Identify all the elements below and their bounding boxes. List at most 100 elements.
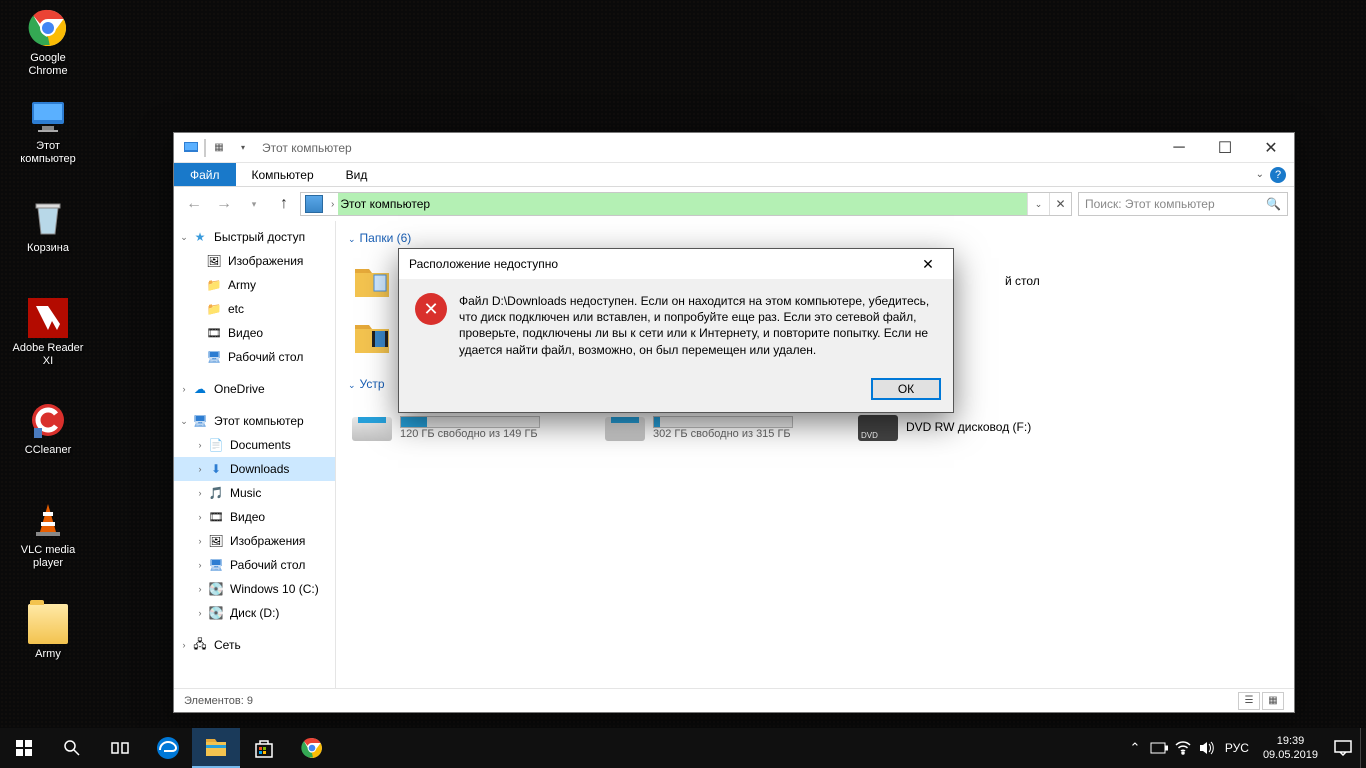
taskbar-store[interactable] (240, 728, 288, 768)
desktop-icon-ccleaner[interactable]: CCleaner (10, 400, 86, 457)
nav-forward-button[interactable]: → (210, 191, 238, 217)
tray-overflow-button[interactable]: ⌃ (1123, 728, 1147, 768)
tree-item[interactable]: ›🎵Music (174, 481, 335, 505)
desktop-icon-vlc[interactable]: VLC media player (10, 500, 86, 570)
tab-file[interactable]: Файл (174, 163, 236, 186)
address-bar[interactable]: › Этот компьютер ⌄ ✕ (300, 192, 1072, 216)
tree-item[interactable]: ›🖼Изображения (174, 529, 335, 553)
desktop-icon-label: VLC media player (10, 544, 86, 570)
search-icon: 🔍 (1266, 197, 1281, 211)
tree-this-pc[interactable]: ⌄🖥Этот компьютер (174, 409, 335, 433)
window-title: Этот компьютер (262, 141, 352, 155)
breadcrumb-chevron: › (327, 199, 338, 210)
maximize-button[interactable]: ☐ (1202, 133, 1248, 163)
dialog-message: Файл D:\Downloads недоступен. Если он на… (459, 293, 937, 358)
close-button[interactable]: ✕ (1248, 133, 1294, 163)
search-input[interactable]: Поиск: Этот компьютер 🔍 (1078, 192, 1288, 216)
task-view-button[interactable] (96, 728, 144, 768)
tree-item[interactable]: ›💽Диск (D:) (174, 601, 335, 625)
view-tiles-button[interactable]: ▦ (1262, 692, 1284, 710)
pictures-icon: 🖼 (208, 533, 224, 549)
dialog-titlebar[interactable]: Расположение недоступно ✕ (399, 249, 953, 279)
taskbar-edge[interactable] (144, 728, 192, 768)
desktop-icon-army[interactable]: Army (10, 604, 86, 661)
show-desktop-button[interactable] (1360, 728, 1366, 768)
tree-item[interactable]: 🖼Изображения (174, 249, 335, 273)
start-button[interactable] (0, 728, 48, 768)
ok-button[interactable]: ОК (871, 378, 941, 400)
pc-icon (305, 195, 323, 213)
desktop-icon-recyclebin[interactable]: Корзина (10, 198, 86, 255)
tree-onedrive[interactable]: ›☁OneDrive (174, 377, 335, 401)
monitor-icon: 🖥 (192, 413, 208, 429)
qat-dropdown-button[interactable]: ▾ (232, 137, 254, 159)
address-dropdown-button[interactable]: ⌄ (1027, 193, 1049, 215)
tree-quick-access[interactable]: ⌄★Быстрый доступ (174, 225, 335, 249)
folder-icon: 📁 (206, 301, 222, 317)
battery-icon[interactable] (1147, 728, 1171, 768)
tree-item-downloads[interactable]: ›⬇Downloads (174, 457, 335, 481)
drive-icon (352, 407, 392, 447)
clock-time: 19:39 (1263, 734, 1318, 748)
titlebar[interactable]: ▦ ▾ Этот компьютер ─ ☐ ✕ (174, 133, 1294, 163)
folder-icon (28, 604, 68, 644)
ribbon-expand-button[interactable]: ⌄ (1256, 169, 1264, 180)
tab-view[interactable]: Вид (330, 163, 384, 186)
desktop-icon-label: CCleaner (25, 444, 71, 457)
taskbar-search-button[interactable] (48, 728, 96, 768)
desktop-icon-thispc[interactable]: Этот компьютер (10, 96, 86, 166)
navigation-pane: ⌄★Быстрый доступ 🖼Изображения 📁Army 📁etc… (174, 221, 336, 688)
taskbar-chrome[interactable] (288, 728, 336, 768)
drive-icon (605, 407, 645, 447)
status-bar: Элементов: 9 ☰ ▦ (174, 688, 1294, 712)
address-text[interactable]: Этот компьютер (338, 193, 1027, 215)
tree-item[interactable]: 📁Army (174, 273, 335, 297)
folders-section-header[interactable]: ⌄Папки (6) (348, 231, 1282, 245)
download-icon: ⬇ (208, 461, 224, 477)
help-button[interactable]: ? (1270, 167, 1286, 183)
status-item-count: Элементов: 9 (184, 695, 253, 707)
tree-item[interactable]: ›🖥Рабочий стол (174, 553, 335, 577)
vlc-icon (28, 500, 68, 540)
adobe-icon (28, 298, 68, 338)
tree-item[interactable]: ›🎞Видео (174, 505, 335, 529)
clock[interactable]: 19:39 09.05.2019 (1255, 734, 1326, 763)
qat-separator (204, 139, 206, 157)
dvd-icon (858, 407, 898, 447)
nav-history-button[interactable]: ▾ (240, 191, 268, 217)
minimize-button[interactable]: ─ (1156, 133, 1202, 163)
folder-icon: 🖼 (206, 253, 222, 269)
language-indicator[interactable]: РУС (1219, 741, 1255, 755)
qat-properties-button[interactable]: ▦ (208, 137, 230, 159)
tree-item[interactable]: ›📄Documents (174, 433, 335, 457)
tab-computer[interactable]: Компьютер (236, 163, 330, 186)
error-icon: ✕ (415, 293, 447, 325)
address-refresh-button[interactable]: ✕ (1049, 193, 1071, 215)
tree-item[interactable]: 📁etc (174, 297, 335, 321)
video-icon: 🎞 (206, 325, 222, 341)
nav-up-button[interactable]: ↑ (270, 191, 298, 217)
folder-item[interactable]: й стол (1001, 253, 1254, 309)
titlebar-app-icon[interactable] (180, 137, 202, 159)
drive-icon: 💽 (208, 605, 224, 621)
desktop-icon-label: Army (35, 648, 61, 661)
tree-item[interactable]: 🖥Рабочий стол (174, 345, 335, 369)
desktop-icon-adobe[interactable]: Adobe Reader XI (10, 298, 86, 368)
tree-item[interactable]: ›💽Windows 10 (C:) (174, 577, 335, 601)
folder-library-icon (352, 261, 392, 301)
wifi-icon[interactable] (1171, 728, 1195, 768)
chrome-icon (28, 8, 68, 48)
desktop-icon: 🖥 (206, 349, 222, 365)
ribbon-tabs: Файл Компьютер Вид ⌄ ? (174, 163, 1294, 187)
taskbar-explorer[interactable] (192, 728, 240, 768)
desktop-icon-chrome[interactable]: Google Chrome (10, 8, 86, 78)
tree-network[interactable]: ›🖧Сеть (174, 633, 335, 657)
tree-item[interactable]: 🎞Видео (174, 321, 335, 345)
action-center-button[interactable] (1326, 728, 1360, 768)
ccleaner-icon (28, 400, 68, 440)
view-details-button[interactable]: ☰ (1238, 692, 1260, 710)
dialog-close-button[interactable]: ✕ (913, 252, 943, 276)
nav-back-button[interactable]: ← (180, 191, 208, 217)
volume-icon[interactable] (1195, 728, 1219, 768)
taskbar: ⌃ РУС 19:39 09.05.2019 (0, 728, 1366, 768)
